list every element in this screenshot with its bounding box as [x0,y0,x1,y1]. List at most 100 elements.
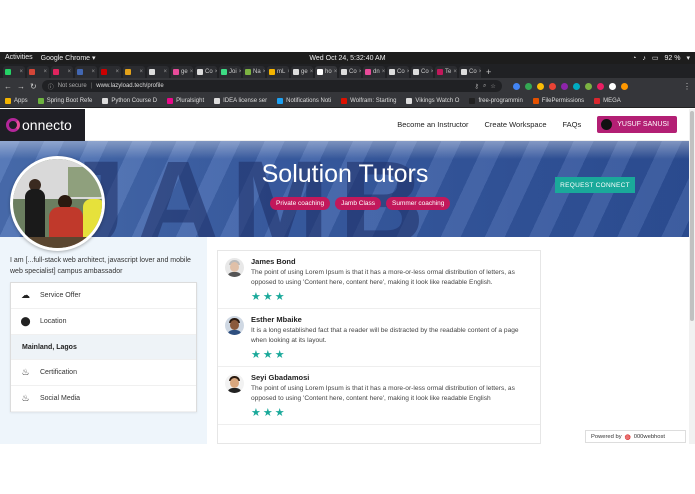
tab-close-icon[interactable]: × [431,69,433,75]
extension-icon[interactable] [524,82,532,90]
url-text[interactable]: www.lazyload.tech/profile [96,83,163,89]
sidebar-item-service-offer[interactable]: ☁ Service Offer [11,283,196,309]
user-menu-button[interactable]: YUSUF SANUSI [597,116,677,133]
extension-icon[interactable] [560,82,568,90]
browser-tab[interactable]: Te × [435,66,457,78]
app-menu[interactable]: Google Chrome ▾ [41,54,96,62]
browser-tab[interactable]: × [123,66,145,78]
page-scrollbar[interactable] [689,109,695,444]
tab-close-icon[interactable]: × [382,69,385,75]
tab-close-icon[interactable]: × [19,69,25,75]
extension-icon[interactable] [620,82,628,90]
tab-close-icon[interactable]: × [287,69,289,75]
browser-tab[interactable]: Co × [195,66,217,78]
system-menu-icon[interactable]: ▾ [686,54,690,62]
tab-close-icon[interactable]: × [67,69,73,75]
tag-summer-coaching[interactable]: Summer coaching [386,197,451,210]
tab-close-icon[interactable]: × [115,69,121,75]
bookmark-item[interactable]: free-programmin [469,97,523,104]
browser-tab[interactable]: dn × [363,66,385,78]
request-connect-button[interactable]: REQUEST CONNECT [555,177,635,193]
tab-favicon-icon [341,69,347,75]
back-icon[interactable]: ← [4,82,12,91]
bookmark-item[interactable]: IDEA license ser [214,97,267,104]
extension-icon[interactable] [596,82,604,90]
browser-tab[interactable]: Co × [411,66,433,78]
tab-close-icon[interactable]: × [453,69,457,75]
chrome-menu-icon[interactable]: ⋮ [683,82,691,91]
extension-icon[interactable] [584,82,592,90]
bookmark-item[interactable]: Notifications Noti [277,97,331,104]
tab-close-icon[interactable]: × [334,69,337,75]
sidebar-item-location[interactable]: ⬤ Location [11,309,196,335]
tab-close-icon[interactable]: × [190,69,193,75]
browser-tab[interactable]: × [27,66,49,78]
sidebar-item-social-media[interactable]: ♨ Social Media [11,386,196,412]
tab-close-icon[interactable]: × [91,69,97,75]
tab-close-icon[interactable]: × [359,69,361,75]
tab-close-icon[interactable]: × [139,69,145,75]
browser-tab[interactable]: ge × [171,66,193,78]
address-bar[interactable]: ⓘ Not secure | www.lazyload.tech/profile… [41,80,502,92]
logo[interactable]: onnecto [0,108,85,141]
bookmark-item[interactable]: FilePermissions [532,97,584,104]
tab-close-icon[interactable]: × [479,69,481,75]
key-icon[interactable]: ⚷ [475,83,479,90]
extension-icon[interactable] [608,82,616,90]
tag-jamb-class[interactable]: Jamb Class [335,197,382,210]
bookmark-item[interactable]: Wolfram: Starting [341,97,396,104]
extension-icon[interactable] [536,82,544,90]
activities-button[interactable]: Activities [5,54,33,62]
bookmark-item[interactable]: Pluralsight [167,97,204,104]
browser-tab[interactable]: mL× [267,66,289,78]
tab-close-icon[interactable]: × [310,69,313,75]
bookmark-item[interactable]: Vikings Watch O [406,97,459,104]
scrollbar-thumb[interactable] [690,111,694,321]
sidebar-item-label: Social Media [40,395,81,402]
tab-close-icon[interactable]: × [163,69,169,75]
powered-by-badge[interactable]: Powered by ◍ 000webhost [585,430,686,443]
page-bottom [0,444,695,494]
new-tab-icon[interactable]: + [486,66,491,78]
browser-tab[interactable]: Co × [339,66,361,78]
reload-icon[interactable]: ↻ [30,82,37,91]
tab-close-icon[interactable]: × [239,69,241,75]
tab-close-icon[interactable]: × [215,69,217,75]
bookmark-item[interactable]: Apps [5,97,28,104]
browser-tab[interactable]: Co × [459,66,481,78]
browser-tab[interactable]: × [75,66,97,78]
flame-icon: ♨ [21,367,30,377]
browser-tab[interactable]: × [51,66,73,78]
bookmark-star-icon[interactable]: ☆ [490,83,495,90]
browser-tab[interactable]: × [99,66,121,78]
extension-icon[interactable] [548,82,556,90]
tab-favicon-icon [5,69,11,75]
rating-stars: ★ ★ ★ [251,291,532,303]
tab-close-icon[interactable]: × [43,69,49,75]
sidebar-item-certification[interactable]: ♨ Certification [11,360,196,386]
photo-person [25,189,45,239]
nav-create-workspace[interactable]: Create Workspace [485,120,547,129]
bookmark-item[interactable]: MEGA [594,97,621,104]
zoom-icon[interactable]: ⌕ [483,83,486,90]
info-icon[interactable]: ⓘ [48,82,54,91]
bookmark-item[interactable]: Spring Boot Refe [37,97,92,104]
browser-tab[interactable]: Na × [243,66,265,78]
tag-private-coaching[interactable]: Private coaching [270,197,331,210]
tab-favicon-icon [245,69,251,75]
tab-close-icon[interactable]: × [407,69,409,75]
browser-tab[interactable]: ho × [315,66,337,78]
bookmark-item[interactable]: Python Course D [102,97,157,104]
extension-icon[interactable] [512,82,520,90]
clock[interactable]: Wed Oct 24, 5:32:40 AM [0,55,695,62]
tab-close-icon[interactable]: × [263,69,265,75]
browser-tab[interactable]: × [147,66,169,78]
browser-tab[interactable]: × [3,66,25,78]
nav-faqs[interactable]: FAQs [563,120,582,129]
browser-tab[interactable]: Joi × [219,66,241,78]
nav-become-instructor[interactable]: Become an Instructor [397,120,468,129]
forward-icon[interactable]: → [17,82,25,91]
browser-tab[interactable]: ge × [291,66,313,78]
browser-tab[interactable]: Co × [387,66,409,78]
extension-icon[interactable] [572,82,580,90]
